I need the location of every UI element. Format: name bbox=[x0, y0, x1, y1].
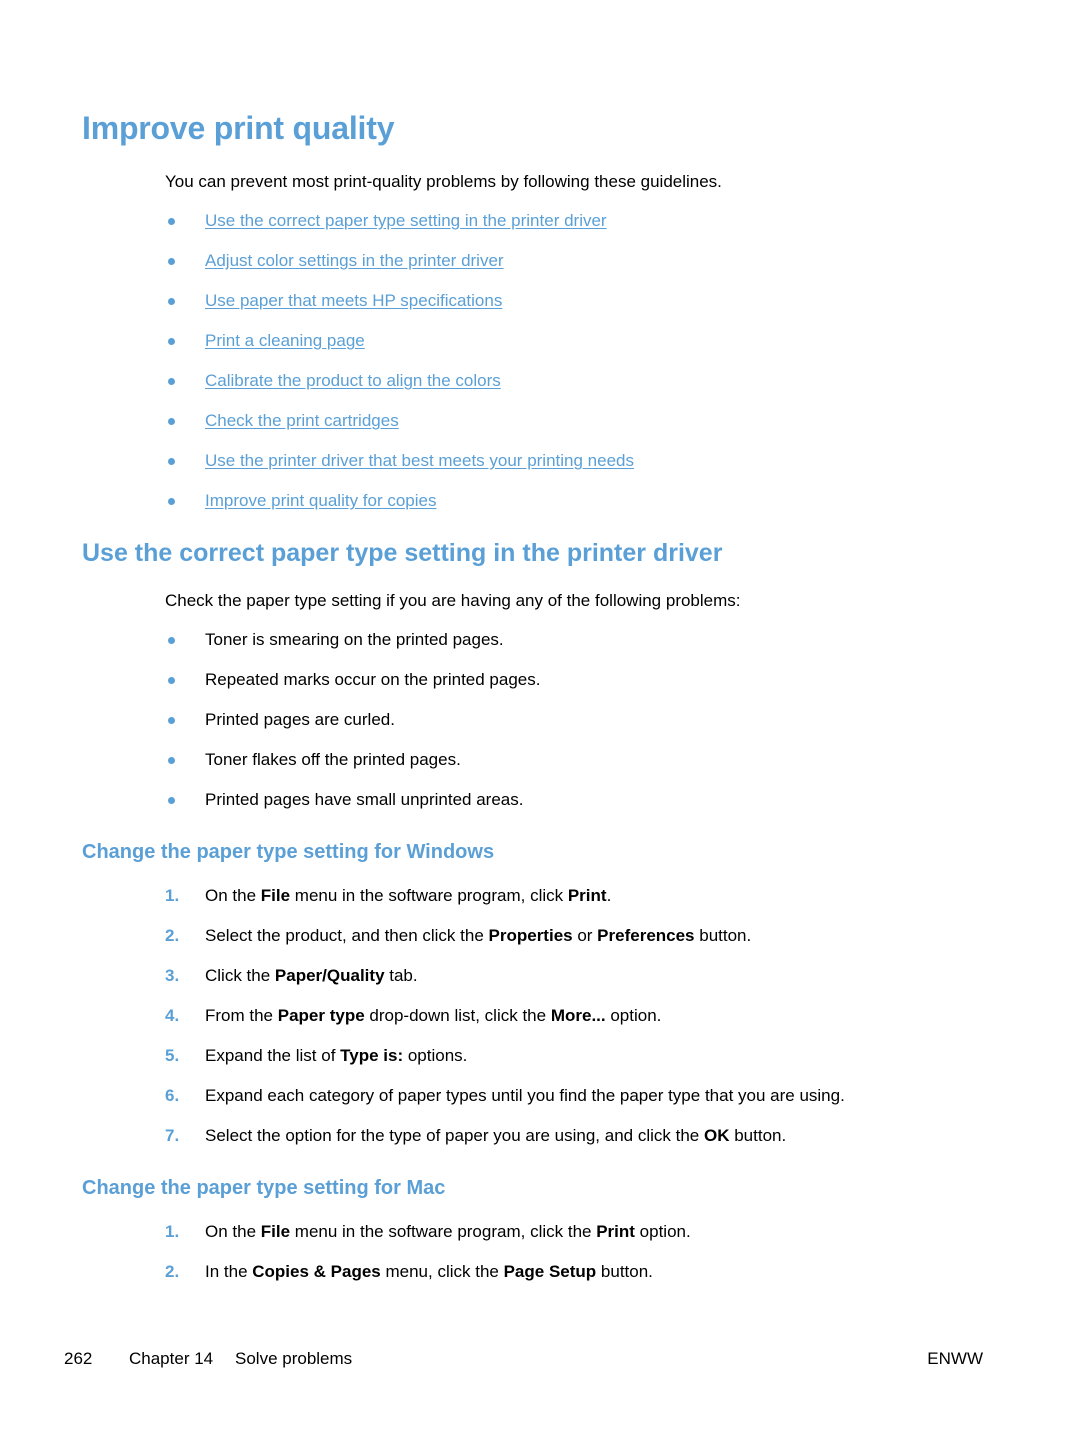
text-run: button. bbox=[729, 1126, 787, 1145]
text-run: option. bbox=[605, 1006, 662, 1025]
bullet-icon bbox=[168, 298, 175, 305]
bullet-icon bbox=[168, 378, 175, 385]
bullet-icon bbox=[168, 717, 175, 724]
ui-term: File bbox=[260, 1222, 291, 1241]
text-run: Select the product, and then click the bbox=[205, 926, 489, 945]
text-run: Expand each category of paper types unti… bbox=[205, 1086, 845, 1105]
ui-term: Paper type bbox=[277, 1006, 365, 1025]
bullet-icon bbox=[168, 677, 175, 684]
step-number: 7. bbox=[165, 1126, 180, 1145]
intro-text: You can prevent most print-quality probl… bbox=[165, 172, 722, 191]
chapter-title: Solve problems bbox=[235, 1349, 353, 1368]
bullet-icon bbox=[168, 218, 175, 225]
page-number: 262 bbox=[64, 1349, 93, 1368]
problem-text: Printed pages are curled. bbox=[205, 710, 395, 729]
problem-text: Printed pages have small unprinted areas… bbox=[205, 790, 524, 809]
ui-term: Print bbox=[567, 886, 607, 905]
text-run: Expand the list of bbox=[205, 1046, 341, 1065]
ui-term: Copies & Pages bbox=[252, 1262, 381, 1281]
bullet-icon bbox=[168, 757, 175, 764]
problem-text: Toner is smearing on the printed pages. bbox=[205, 630, 504, 649]
problem-text: Toner flakes off the printed pages. bbox=[205, 750, 461, 769]
step-number: 1. bbox=[165, 886, 180, 905]
text-run: On the bbox=[205, 886, 261, 905]
ui-term: Preferences bbox=[597, 926, 695, 945]
guideline-link[interactable]: Adjust color settings in the printer dri… bbox=[205, 251, 504, 271]
bullet-icon bbox=[168, 637, 175, 644]
text-run: button. bbox=[596, 1262, 653, 1281]
step-number: 4. bbox=[165, 1006, 180, 1025]
problem-text: Repeated marks occur on the printed page… bbox=[205, 670, 541, 689]
step-number: 3. bbox=[165, 966, 180, 985]
step-number: 2. bbox=[165, 1262, 180, 1281]
section-intro: Check the paper type setting if you are … bbox=[165, 591, 741, 610]
text-run: Click the bbox=[205, 966, 275, 985]
text-run: . bbox=[606, 886, 612, 905]
step-text: Select the product, and then click the P… bbox=[205, 926, 751, 946]
ui-term: Type is: bbox=[340, 1046, 404, 1065]
text-run: option. bbox=[634, 1222, 691, 1241]
windows-heading: Change the paper type setting for Window… bbox=[82, 841, 495, 863]
text-run: button. bbox=[694, 926, 752, 945]
ui-term: More... bbox=[550, 1006, 606, 1025]
text-run: drop-down list, click the bbox=[364, 1006, 551, 1025]
step-number: 5. bbox=[165, 1046, 180, 1065]
text-run: Select the option for the type of paper … bbox=[205, 1126, 704, 1145]
step-text: From the Paper type drop-down list, clic… bbox=[205, 1006, 661, 1026]
bullet-icon bbox=[168, 418, 175, 425]
bullet-icon bbox=[168, 797, 175, 804]
guideline-link[interactable]: Print a cleaning page bbox=[205, 331, 365, 351]
step-text: On the File menu in the software program… bbox=[205, 1222, 691, 1242]
section-heading: Use the correct paper type setting in th… bbox=[82, 539, 723, 567]
ui-term: File bbox=[260, 886, 291, 905]
text-run: tab. bbox=[384, 966, 418, 985]
text-run: menu in the software program, click bbox=[290, 886, 568, 905]
text-run: In the bbox=[205, 1262, 253, 1281]
step-number: 1. bbox=[165, 1222, 180, 1241]
document-page: Improve print quality You can prevent mo… bbox=[0, 0, 1080, 1437]
page-title: Improve print quality bbox=[82, 110, 395, 146]
text-run: options. bbox=[403, 1046, 468, 1065]
step-text: In the Copies & Pages menu, click the Pa… bbox=[205, 1262, 653, 1282]
step-text: Expand each category of paper types unti… bbox=[205, 1086, 845, 1106]
guideline-link[interactable]: Use paper that meets HP specifications bbox=[205, 291, 502, 311]
guideline-link[interactable]: Check the print cartridges bbox=[205, 411, 399, 431]
locale-code: ENWW bbox=[927, 1349, 983, 1368]
ui-term: Paper/Quality bbox=[274, 966, 385, 985]
ui-term: Properties bbox=[488, 926, 573, 945]
chapter-label: Chapter 14 bbox=[129, 1349, 214, 1368]
text-run: menu, click the bbox=[380, 1262, 504, 1281]
step-text: Expand the list of Type is: options. bbox=[205, 1046, 467, 1066]
step-number: 2. bbox=[165, 926, 180, 945]
text-run: or bbox=[572, 926, 598, 945]
step-number: 6. bbox=[165, 1086, 180, 1105]
guideline-link[interactable]: Improve print quality for copies bbox=[205, 491, 437, 511]
step-text: On the File menu in the software program… bbox=[205, 886, 611, 906]
bullet-icon bbox=[168, 338, 175, 345]
text-run: From the bbox=[205, 1006, 278, 1025]
guideline-link[interactable]: Calibrate the product to align the color… bbox=[205, 371, 501, 391]
ui-term: Page Setup bbox=[503, 1262, 597, 1281]
bullet-icon bbox=[168, 498, 175, 505]
guideline-link[interactable]: Use the printer driver that best meets y… bbox=[205, 451, 634, 471]
bullet-icon bbox=[168, 258, 175, 265]
bullet-icon bbox=[168, 458, 175, 465]
mac-heading: Change the paper type setting for Mac bbox=[82, 1177, 446, 1199]
ui-term: Print bbox=[596, 1222, 635, 1241]
ui-term: OK bbox=[703, 1126, 730, 1145]
step-text: Select the option for the type of paper … bbox=[205, 1126, 786, 1146]
guideline-link[interactable]: Use the correct paper type setting in th… bbox=[205, 211, 607, 231]
text-run: On the bbox=[205, 1222, 261, 1241]
step-text: Click the Paper/Quality tab. bbox=[205, 966, 418, 986]
text-run: menu in the software program, click the bbox=[290, 1222, 597, 1241]
